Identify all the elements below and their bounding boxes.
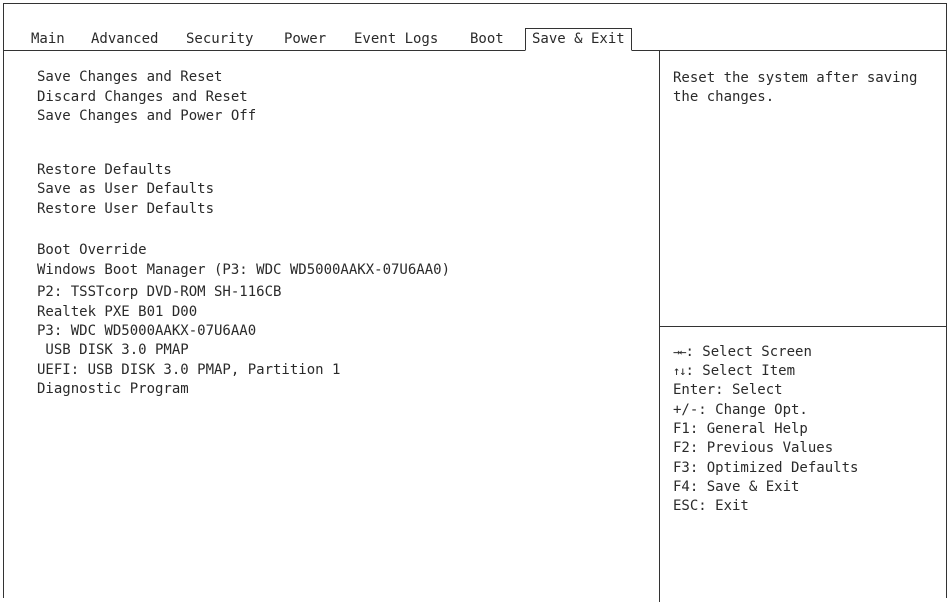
key-select-screen-text: : Select Screen [685,344,812,360]
left-right-arrows-icon: →← [673,345,686,359]
save-changes-and-power-off-item[interactable]: Save Changes and Power Off [37,107,256,125]
tab-advanced[interactable]: Advanced [91,28,158,50]
key-change-opt: +/-: Change Opt. [673,402,808,418]
tab-main[interactable]: Main [31,28,65,50]
help-divider [660,326,947,327]
key-f1: F1: General Help [673,421,808,437]
key-enter: Enter: Select [673,382,783,398]
boot-option-uefi-usb-disk[interactable]: UEFI: USB DISK 3.0 PMAP, Partition 1 [37,361,340,379]
tab-bar: Main Advanced Security Power Event Logs … [4,28,946,51]
tab-save-and-exit[interactable]: Save & Exit [525,28,632,51]
boot-option-windows-boot-manager[interactable]: Windows Boot Manager (P3: WDC WD5000AAKX… [37,261,450,279]
restore-user-defaults-item[interactable]: Restore User Defaults [37,200,214,218]
save-as-user-defaults-item[interactable]: Save as User Defaults [37,180,214,198]
key-select-screen: →←: Select Screen [673,343,812,361]
tab-event-logs[interactable]: Event Logs [354,28,438,50]
discard-changes-and-reset-item[interactable]: Discard Changes and Reset [37,88,248,106]
item-help-description: Reset the system after saving the change… [673,70,918,105]
tab-security[interactable]: Security [186,28,253,50]
key-esc: ESC: Exit [673,498,749,514]
restore-defaults-item[interactable]: Restore Defaults [37,161,172,179]
diagnostic-program-item[interactable]: Diagnostic Program [37,380,189,398]
key-select-item-text: : Select Item [685,363,796,379]
boot-option-usb-disk[interactable]: USB DISK 3.0 PMAP [37,341,188,359]
key-f2: F2: Previous Values [673,440,834,456]
save-changes-and-reset-item[interactable]: Save Changes and Reset [37,68,222,86]
boot-option-dvd-rom[interactable]: P2: TSSTcorp DVD-ROM SH-116CB [37,283,281,301]
up-down-arrows-icon: ↑↓ [673,364,686,378]
key-select-item: ↑↓: Select Item [673,362,795,380]
boot-option-realtek-pxe[interactable]: Realtek PXE B01 D00 [37,303,197,321]
boot-override-heading: Boot Override [37,242,147,258]
tab-power[interactable]: Power [284,28,326,50]
bios-window: Main Advanced Security Power Event Logs … [3,3,947,602]
key-f3: F3: Optimized Defaults [673,460,859,476]
tab-boot[interactable]: Boot [470,28,504,50]
boot-option-wdc-disk[interactable]: P3: WDC WD5000AAKX-07U6AA0 [37,322,256,340]
key-f4: F4: Save & Exit [673,479,800,495]
